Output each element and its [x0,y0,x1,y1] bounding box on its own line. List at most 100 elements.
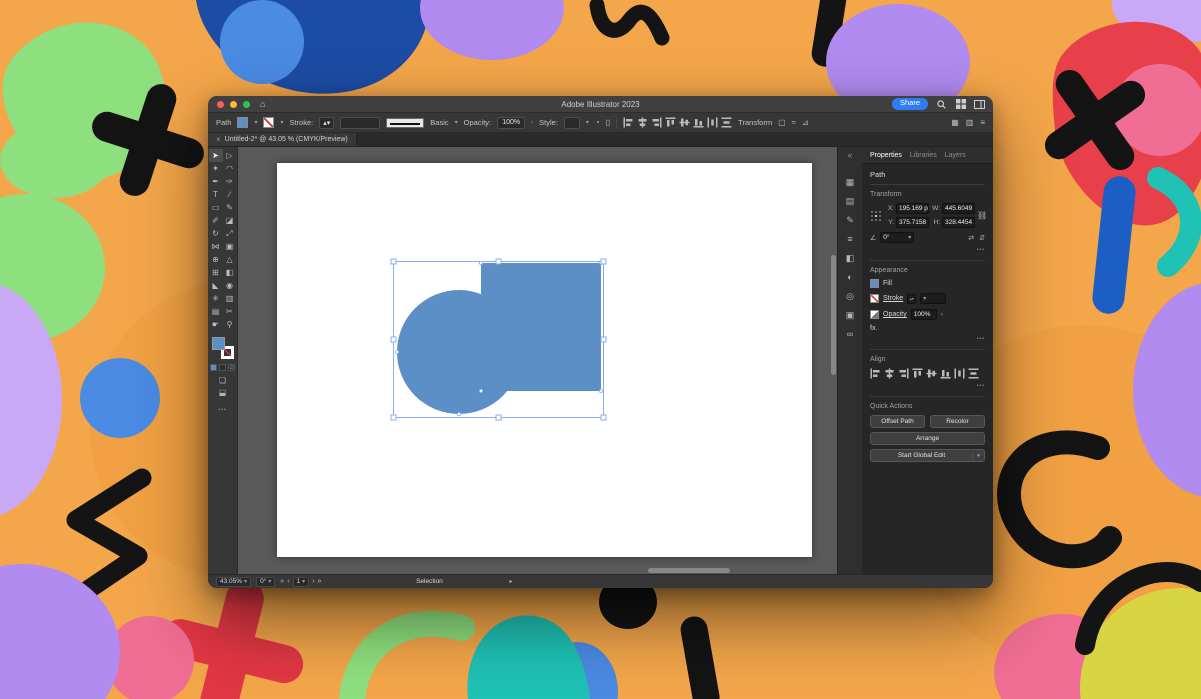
horizontal-align-left-icon[interactable] [623,117,634,128]
horizontal-scrollbar[interactable] [648,568,730,573]
horizontal-align-right-icon[interactable] [651,117,662,128]
brushes-panel-icon[interactable]: ✎ [846,216,854,225]
mesh-tool[interactable]: ⊞ [209,266,223,279]
bounding-box-icon[interactable]: ▢ [778,119,786,127]
screen-mode-icon[interactable]: ⬓ [219,389,227,397]
artboard-number-dropdown[interactable]: 1 ▾ [293,577,310,587]
global-edit-dropdown-icon[interactable]: ▾ [972,453,984,459]
pen-tool[interactable]: ✒ [209,175,223,188]
links-panel-icon[interactable]: ∞ [847,330,853,339]
transform-label[interactable]: Transform [738,118,772,127]
arrange-documents-icon[interactable] [974,99,985,110]
vertical-align-top-icon[interactable] [912,368,923,379]
gradient-tool[interactable]: ◧ [223,266,237,279]
appearance-stroke-label[interactable]: Stroke [883,295,903,302]
slice-tool[interactable]: ✂ [223,305,237,318]
menu-icon[interactable]: ≡ [980,119,985,127]
document-setup-icon[interactable]: ▯ [606,119,610,127]
align-more-options-icon[interactable]: ••• [870,383,985,389]
appearance-opacity-field[interactable]: 100% [911,309,937,320]
recolor-button[interactable]: Recolor [930,415,985,428]
first-artboard-icon[interactable]: « [280,578,284,585]
document-tab[interactable]: × Untitled-2* @ 43.05 % (CMYK/Preview) [208,133,357,146]
columns-view-icon[interactable]: ▥ [966,119,974,127]
blend-tool[interactable]: ◉ [223,279,237,292]
artboard[interactable] [277,163,812,557]
style-swatch[interactable] [564,117,580,129]
eyedropper-tool[interactable]: ◣ [209,279,223,292]
symbol-sprayer-tool[interactable]: ✳ [209,292,223,305]
selection-tool[interactable]: ➤ [209,149,223,162]
fx-button[interactable]: fx. [870,325,877,332]
vertical-align-center-icon[interactable] [679,117,690,128]
horizontal-align-right-icon[interactable] [898,368,909,379]
horizontal-distribute-center-icon[interactable] [954,368,965,379]
lasso-tool[interactable]: ◠ [223,162,237,175]
stroke-weight-stepper-panel[interactable]: ▴▾ [907,294,916,304]
hand-tool[interactable]: ☛ [209,318,223,331]
fill-dropdown-icon[interactable]: ▾ [254,119,257,126]
stroke-weight-dropdown[interactable]: ▾ [920,293,946,304]
horizontal-align-left-icon[interactable] [870,368,881,379]
minimize-window-button[interactable] [230,101,237,108]
previous-artboard-icon[interactable]: ‹ [287,578,289,585]
stroke-panel-icon[interactable]: ≡ [847,235,852,244]
opacity-field[interactable]: 100% [497,117,525,129]
shape-builder-tool[interactable]: ⊕ [209,253,223,266]
vertical-align-top-icon[interactable] [665,117,676,128]
artboard-tool[interactable]: ▤ [209,305,223,318]
horizontal-distribute-center-icon[interactable] [707,117,718,128]
pencil-tool[interactable]: ✐ [209,214,223,227]
vertical-align-bottom-icon[interactable] [940,368,951,379]
close-document-icon[interactable]: × [216,135,221,144]
tab-libraries[interactable]: Libraries [910,152,937,159]
eraser-tool[interactable]: ◪ [223,214,237,227]
column-graph-tool[interactable]: ▥ [223,292,237,305]
magic-wand-tool[interactable]: ✶ [209,162,223,175]
appearance-panel-icon[interactable]: ◎ [846,292,854,301]
tab-layers[interactable]: Layers [945,152,966,159]
zoom-tool[interactable]: ⚲ [223,318,237,331]
y-field[interactable]: 375.7158 [896,217,929,228]
search-icon[interactable] [936,99,947,110]
color-panel-icon[interactable]: ▦ [846,178,855,187]
curvature-tool[interactable]: ✑ [223,175,237,188]
zoom-level-dropdown[interactable]: 43.05% ▾ [216,577,251,587]
opacity-options-icon[interactable]: › [941,312,943,318]
workspace-switcher-icon[interactable] [955,99,966,110]
style-dropdown-icon[interactable]: ▾ [586,119,589,126]
shape-properties-icon[interactable]: ◔ [595,119,600,127]
opacity-expand-icon[interactable]: › [531,120,533,126]
home-icon[interactable]: ⌂ [260,100,265,109]
rotation-dropdown-icon[interactable]: ▾ [908,233,911,243]
color-button[interactable] [210,364,217,371]
paintbrush-tool[interactable]: ✎ [223,201,237,214]
draw-normal-icon[interactable]: ❏ [219,377,226,385]
rectangle-tool[interactable]: ▭ [209,201,223,214]
type-tool[interactable]: T [209,188,223,201]
stroke-weight-stepper[interactable]: ▴▾ [319,117,334,129]
start-global-edit-button[interactable]: Start Global Edit ▾ [870,449,985,462]
width-tool[interactable]: ⋈ [209,240,223,253]
perspective-grid-tool[interactable]: △ [223,253,237,266]
rotation-dropdown[interactable]: 0° ▾ [256,577,275,587]
brush-name[interactable]: Basic [430,118,448,127]
appearance-opacity-label[interactable]: Opacity [883,311,907,318]
vertical-align-center-icon[interactable] [926,368,937,379]
stroke-dropdown-icon[interactable]: ▾ [280,119,283,126]
vertical-align-bottom-icon[interactable] [693,117,704,128]
selected-path[interactable] [397,263,601,414]
w-field[interactable]: 445.6049 [942,203,975,214]
arrange-button[interactable]: Arrange [870,432,985,445]
horizontal-align-center-icon[interactable] [637,117,648,128]
transparency-panel-icon[interactable]: ◐ [847,273,852,282]
brush-dropdown-icon[interactable]: ▾ [455,119,458,126]
vertical-distribute-center-icon[interactable] [968,368,979,379]
direct-selection-tool[interactable]: ▷ [223,149,237,162]
next-artboard-icon[interactable]: › [312,578,314,585]
appearance-more-options-icon[interactable]: ••• [870,336,985,342]
swatches-panel-icon[interactable]: ▤ [846,197,855,206]
fill-well[interactable] [212,337,225,350]
none-button[interactable]: ∅ [228,364,235,371]
distribute-spacing-icon[interactable]: ≈ [792,119,796,127]
